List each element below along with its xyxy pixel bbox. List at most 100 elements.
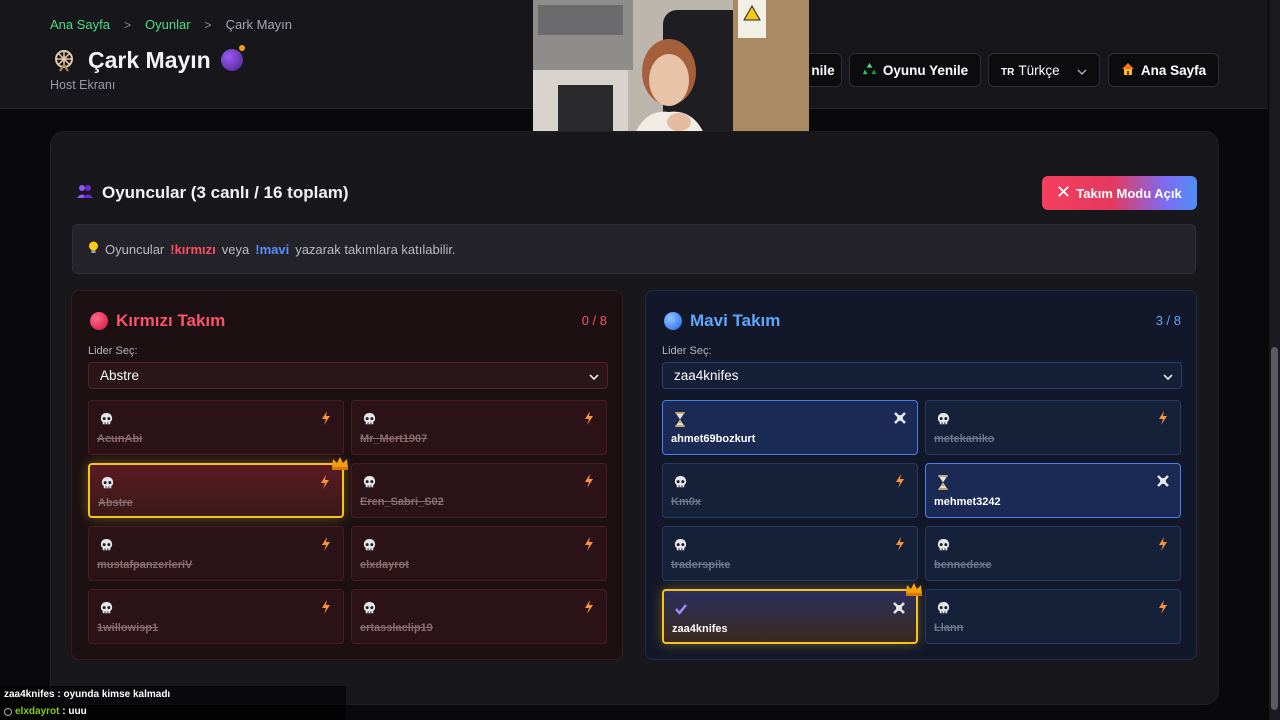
red-player-card[interactable]: Mr_Mert1907 (351, 400, 607, 455)
red-player-card[interactable]: Eren_Sabri_S02 (351, 463, 607, 518)
blue-player-card[interactable]: mehmet3242 (925, 463, 1181, 518)
lightning-icon[interactable] (319, 600, 333, 614)
language-label: Türkçe (1018, 62, 1060, 78)
red-player-card[interactable]: AcunAbi (88, 400, 344, 455)
player-name: Km0x (671, 496, 701, 508)
flag-tr-icon: TR (1001, 66, 1015, 78)
player-name: zaa4knifes (672, 623, 728, 635)
blue-player-card[interactable]: Km0x (662, 463, 918, 518)
chat-message: elxdayrot : uuu (0, 703, 346, 720)
recycle-icon (862, 61, 877, 79)
home-button[interactable]: Ana Sayfa (1108, 53, 1219, 87)
lightning-icon[interactable] (319, 411, 333, 425)
restart-game-button[interactable]: Oyunu Yenile (849, 53, 981, 87)
blue-team-count: 3 / 8 (1155, 313, 1181, 328)
skull-icon (98, 600, 114, 616)
red-team-header: Kırmızı Takım (90, 311, 225, 331)
users-icon (76, 183, 94, 203)
skull-icon (935, 537, 951, 553)
red-player-card[interactable]: ertasslaclip19 (351, 589, 607, 644)
players-title-text: Oyuncular (3 canlı / 16 toplam) (102, 183, 349, 202)
house-icon (1121, 62, 1135, 79)
player-name: elxdayrot (360, 559, 409, 571)
team-mode-button[interactable]: Takım Modu Açık (1042, 176, 1197, 210)
player-name: Mr_Mert1907 (360, 433, 428, 445)
chat-message: zaa4knifes : oyunda kimse kalmadı (0, 686, 346, 703)
lightning-icon[interactable] (318, 475, 332, 489)
chat-user: zaa4knifes (4, 689, 55, 700)
red-player-card[interactable]: mustafpanzerleriV (88, 526, 344, 581)
breadcrumb-current: Çark Mayın (225, 17, 293, 32)
lightning-icon[interactable] (582, 411, 596, 425)
chat-overlay: zaa4knifes : oyunda kimse kalmadı elxday… (0, 686, 346, 720)
page-title: Çark Mayın (88, 46, 211, 73)
wheel-icon (50, 46, 78, 74)
blue-player-card[interactable]: zaa4knifes (662, 583, 922, 644)
player-name: Eren_Sabri_S02 (360, 496, 444, 508)
skull-icon (361, 537, 377, 553)
bomb-icon (220, 45, 245, 71)
crown-icon (905, 582, 923, 596)
chat-separator: : (57, 689, 61, 700)
skull-icon (935, 600, 951, 616)
blue-leader-label: Lider Seç: (662, 345, 712, 357)
red-team-name: Kırmızı Takım (116, 311, 226, 330)
blue-player-card[interactable]: traderspike (662, 526, 918, 581)
lightning-icon[interactable] (1156, 411, 1170, 425)
info-red-command: !kırmızı (170, 241, 216, 257)
hourglass-icon (935, 474, 951, 490)
scrollbar-thumb[interactable] (1271, 347, 1278, 710)
hourglass-icon (672, 411, 688, 427)
red-leader-label: Lider Seç: (88, 345, 138, 357)
page-subtitle: Host Ekranı (50, 78, 116, 92)
language-select[interactable]: TR Türkçe (988, 53, 1100, 87)
blue-team-panel: Mavi Takım 3 / 8 Lider Seç: zaa4knifes a… (645, 290, 1197, 660)
lightning-icon[interactable] (1156, 537, 1170, 551)
player-name: mustafpanzerleriV (97, 559, 193, 571)
red-player-card[interactable]: Abstre (88, 457, 348, 518)
skull-icon (935, 411, 951, 427)
player-name: AcunAbi (97, 433, 143, 445)
chevron-right-icon: > (124, 17, 132, 32)
skull-icon (99, 475, 115, 491)
blue-team-header: Mavi Takım (664, 311, 780, 331)
blue-circle-icon (664, 312, 682, 330)
lightning-icon[interactable] (582, 600, 596, 614)
lightning-icon[interactable] (319, 537, 333, 551)
blue-team-name: Mavi Takım (690, 311, 781, 330)
lightning-icon[interactable] (893, 537, 907, 551)
blue-leader-select[interactable]: zaa4knifes (662, 362, 1182, 389)
player-name: ertasslaclip19 (360, 622, 433, 634)
chevron-down-icon (1163, 368, 1173, 383)
breadcrumb-games-link[interactable]: Oyunlar (145, 17, 191, 32)
eliminate-icon[interactable] (892, 601, 906, 615)
player-name: traderspike (671, 559, 731, 571)
eliminate-icon[interactable] (1156, 474, 1170, 488)
red-leader-select[interactable]: Abstre (88, 362, 608, 389)
skull-icon (672, 537, 688, 553)
red-player-card[interactable]: 1willowisp1 (88, 589, 344, 644)
eliminate-icon[interactable] (893, 411, 907, 425)
lightning-icon[interactable] (582, 474, 596, 488)
lightning-icon[interactable] (1156, 600, 1170, 614)
red-player-card[interactable]: elxdayrot (351, 526, 607, 581)
player-name: bennedexe (934, 559, 992, 571)
breadcrumb-home-link[interactable]: Ana Sayfa (50, 17, 110, 32)
chevron-down-icon (589, 368, 599, 383)
red-team-panel: Kırmızı Takım 0 / 8 Lider Seç: Abstre Ac… (71, 290, 623, 660)
crown-icon (331, 456, 349, 470)
lightning-icon[interactable] (893, 474, 907, 488)
player-name: metekaniko (934, 433, 995, 445)
info-blue-command: !mavi (255, 241, 290, 257)
home-button-label: Ana Sayfa (1140, 62, 1207, 78)
chat-text: oyunda kimse kalmadı (63, 689, 171, 700)
blue-player-card[interactable]: ahmet69bozkurt (662, 400, 918, 455)
red-leader-value: Abstre (100, 368, 140, 383)
page-scrollbar[interactable] (1269, 0, 1280, 720)
blue-player-card[interactable]: Llann (925, 589, 1181, 644)
lightning-icon[interactable] (582, 537, 596, 551)
checkmark-icon (673, 601, 689, 617)
blue-player-card[interactable]: metekaniko (925, 400, 1181, 455)
blue-player-card[interactable]: bennedexe (925, 526, 1181, 581)
restart-game-label: Oyunu Yenile (882, 62, 969, 78)
